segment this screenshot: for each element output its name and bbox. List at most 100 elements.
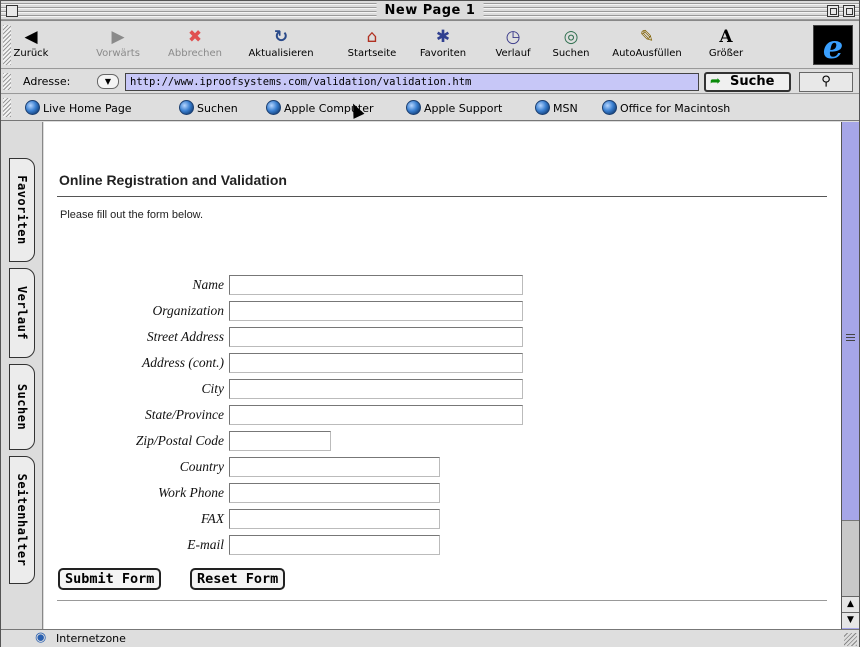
page-holder-button[interactable]: ⚲	[799, 72, 853, 92]
tab-verlauf[interactable]: Verlauf	[9, 268, 35, 358]
city-label: City	[201, 381, 225, 396]
tab-seitenhalter[interactable]: Seitenhalter	[9, 456, 35, 584]
globe-icon	[179, 100, 194, 115]
window-controls	[827, 5, 855, 17]
name-label: Name	[192, 277, 225, 292]
street-address-field[interactable]	[229, 327, 523, 347]
globe-icon	[406, 100, 421, 115]
history-button[interactable]: ◷ Verlauf	[487, 26, 539, 66]
favorite-suchen[interactable]: Suchen	[179, 100, 238, 117]
country-label: Country	[179, 459, 224, 474]
title-bar[interactable]: New Page 1	[1, 1, 859, 21]
state-province-field[interactable]	[229, 405, 523, 425]
internet-zone-label: Internetzone	[56, 632, 126, 645]
name-field[interactable]	[229, 275, 523, 295]
address-cont-label: Address (cont.)	[142, 355, 224, 370]
explorer-side-tabs: Favoriten Verlauf Suchen Seitenhalter	[1, 122, 43, 629]
country-field[interactable]	[229, 457, 440, 477]
magnifier-icon: ⚲	[821, 74, 831, 89]
window-title: New Page 1	[376, 2, 484, 19]
city-field[interactable]	[229, 379, 523, 399]
globe-icon	[266, 100, 281, 115]
favorite-msn[interactable]: MSN	[535, 100, 578, 117]
scroll-track[interactable]	[842, 520, 859, 596]
refresh-button[interactable]: ↻ Aktualisieren	[243, 26, 319, 66]
scroll-down-arrow-icon[interactable]: ▼	[842, 612, 859, 628]
internet-zone-icon: ◉	[35, 630, 47, 645]
home-button-label: Startseite	[347, 48, 397, 59]
stop-button-label: Abbrechen	[168, 48, 222, 59]
page-content: Online Registration and Validation Pleas…	[44, 122, 841, 629]
larger-text-icon: A	[719, 27, 733, 47]
globe-icon	[25, 100, 40, 115]
refresh-button-label: Aktualisieren	[248, 48, 314, 59]
autofill-icon: ✎	[639, 27, 655, 47]
home-button[interactable]: ⌂ Startseite	[339, 26, 405, 66]
home-icon: ⌂	[366, 27, 378, 47]
ie-logo-icon[interactable]: e	[813, 25, 853, 66]
address-input[interactable]: http://www.iproofsystems.com/validation/…	[125, 73, 699, 91]
zoom-box-icon[interactable]	[827, 5, 839, 17]
stop-icon: ✖	[187, 27, 203, 47]
address-bar-grip[interactable]	[3, 73, 11, 90]
autofill-button[interactable]: ✎ AutoAusfüllen	[607, 26, 687, 66]
bottom-divider	[57, 600, 827, 601]
scroll-up-arrow-icon[interactable]: ▲	[842, 596, 859, 612]
page-title: Online Registration and Validation	[59, 172, 287, 188]
autofill-button-label: AutoAusfüllen	[612, 48, 682, 59]
search-button-label: Suchen	[552, 48, 590, 59]
back-button[interactable]: ◀ Zurück	[9, 26, 53, 66]
back-button-label: Zurück	[13, 48, 49, 59]
favorite-office-for-macintosh[interactable]: Office for Macintosh	[602, 100, 730, 117]
favorites-button-label: Favoriten	[419, 48, 467, 59]
favorite-apple-support[interactable]: Apple Support	[406, 100, 502, 117]
fax-field[interactable]	[229, 509, 440, 529]
go-search-label: Suche	[730, 74, 775, 89]
reset-form-button[interactable]: Reset Form	[190, 568, 286, 590]
button-toolbar: ◀ Zurück ▶ Vorwärts ✖ Abbrechen ↻ Aktual…	[1, 22, 859, 69]
work-phone-field[interactable]	[229, 483, 440, 503]
email-label: E-mail	[187, 537, 224, 552]
forward-arrow-icon: ▶	[111, 27, 125, 47]
submit-form-button[interactable]: Submit Form	[58, 568, 162, 590]
history-button-label: Verlauf	[495, 48, 531, 59]
favorite-live-home-page[interactable]: Live Home Page	[25, 100, 132, 117]
organization-label: Organization	[152, 303, 224, 318]
email-field[interactable]	[229, 535, 440, 555]
search-icon: ◎	[563, 27, 579, 47]
zip-field[interactable]	[229, 431, 331, 451]
tab-suchen[interactable]: Suchen	[9, 364, 35, 450]
resize-grip-icon[interactable]	[844, 633, 857, 646]
search-button[interactable]: ◎ Suchen	[547, 26, 595, 66]
back-arrow-icon: ◀	[24, 27, 38, 47]
title-divider	[57, 196, 827, 197]
go-search-button[interactable]: ➦ Suche	[704, 72, 791, 92]
vertical-scrollbar[interactable]: ▲ ▼	[841, 122, 859, 629]
status-bar: ◉ Internetzone	[1, 629, 859, 647]
favorites-bar-grip[interactable]	[3, 98, 11, 117]
address-bar: Adresse: ▼ http://www.iproofsystems.com/…	[1, 70, 859, 94]
zip-label: Zip/Postal Code	[135, 433, 224, 448]
forward-button[interactable]: ▶ Vorwärts	[91, 26, 145, 66]
go-arrow-icon: ➦	[710, 74, 721, 89]
address-cont-field[interactable]	[229, 353, 523, 373]
collapse-box-icon[interactable]	[843, 5, 855, 17]
forward-button-label: Vorwärts	[96, 48, 140, 59]
favorites-icon: ✱	[435, 27, 451, 47]
refresh-icon: ↻	[273, 27, 289, 47]
history-icon: ◷	[505, 27, 521, 47]
stop-button[interactable]: ✖ Abbrechen	[165, 26, 225, 66]
organization-field[interactable]	[229, 301, 523, 321]
larger-text-button-label: Größer	[708, 48, 744, 59]
scroll-thumb-grip-icon[interactable]	[846, 334, 855, 343]
address-label: Adresse:	[23, 75, 71, 88]
close-box-icon[interactable]	[6, 5, 18, 17]
larger-text-button[interactable]: A Größer	[703, 26, 749, 66]
fax-label: FAX	[201, 511, 224, 526]
tab-favoriten[interactable]: Favoriten	[9, 158, 35, 262]
favorites-bar: Live Home Page Suchen Apple Computer App…	[1, 95, 859, 121]
favorites-button[interactable]: ✱ Favoriten	[413, 26, 473, 66]
globe-icon	[535, 100, 550, 115]
address-history-dropdown[interactable]: ▼	[97, 74, 119, 89]
work-phone-label: Work Phone	[158, 485, 224, 500]
